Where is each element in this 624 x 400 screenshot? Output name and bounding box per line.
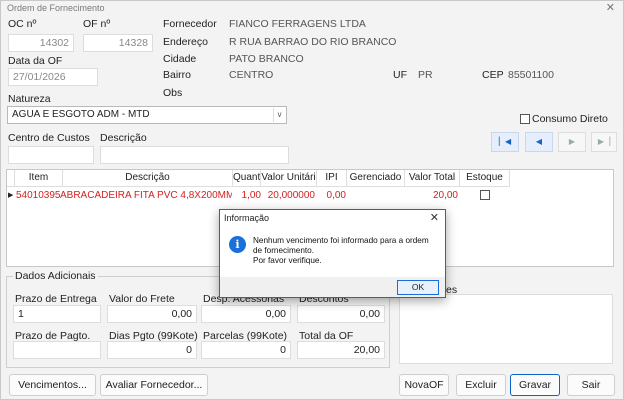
centro-custos-field[interactable] [8, 146, 94, 164]
desp-acessorias-field[interactable]: 0,00 [201, 305, 291, 323]
prazo-entrega-label: Prazo de Entrega [15, 293, 97, 305]
prev-record-icon: ◀ [535, 137, 543, 146]
nav-prev-button[interactable]: ◀ [525, 132, 553, 152]
close-icon[interactable]: ✕ [606, 1, 615, 14]
first-record-icon: ▏◀ [498, 137, 512, 146]
prazo-entrega-field[interactable]: 1 [13, 305, 101, 323]
valor-frete-field[interactable]: 0,00 [107, 305, 197, 323]
fornecedor-label: Fornecedor [163, 18, 217, 30]
row-quant: 1,00 [241, 190, 261, 201]
of-no-label: OF nº [83, 18, 111, 30]
grid-indicator-header [7, 170, 15, 187]
nav-last-button[interactable]: ▶▕ [591, 132, 617, 152]
descricao-field[interactable] [100, 146, 289, 164]
row-valor-unitario: 20,000000 [267, 190, 315, 201]
dialog-close-icon[interactable]: ✕ [430, 211, 439, 224]
data-of-label: Data da OF [8, 55, 63, 67]
cep-label: CEP [482, 69, 504, 81]
uf-value: PR [418, 69, 433, 81]
grid-header-item[interactable]: Item [15, 170, 63, 187]
dialog-message: Nenhum vencimento foi informado para a o… [253, 236, 438, 266]
grid-header-quant[interactable]: Quant [233, 170, 261, 187]
dialog-title-bar: Informação ✕ [220, 210, 445, 226]
dados-adicionais-title: Dados Adicionais [13, 270, 98, 282]
dialog-message-line1: Nenhum vencimento foi informado para a o… [253, 236, 429, 255]
row-pointer-icon: ▶ [8, 192, 14, 199]
consumo-direto-label: Consumo Direto [532, 113, 608, 125]
dialog-body: i Nenhum vencimento foi informado para a… [220, 227, 445, 277]
grid-header-estoque[interactable]: Estoque [460, 170, 510, 187]
ordem-fornecimento-window: Ordem de Fornecimento ✕ OC nº 14302 OF n… [0, 0, 624, 400]
observacoes-textarea[interactable] [399, 294, 613, 364]
dialog-message-line2: Por favor verifique. [253, 256, 322, 265]
last-record-icon: ▶▕ [597, 137, 611, 146]
grid-header-ipi[interactable]: IPI [317, 170, 347, 187]
cep-value: 85501100 [508, 69, 554, 81]
fornecedor-value: FIANCO FERRAGENS LTDA [229, 18, 366, 30]
parcelas-field[interactable]: 0 [201, 341, 291, 359]
descontos-field[interactable]: 0,00 [297, 305, 385, 323]
oc-no-field[interactable]: 14302 [8, 34, 74, 52]
cidade-label: Cidade [163, 53, 197, 65]
natureza-selected: AGUA E ESGOTO ADM - MTD [12, 109, 150, 120]
nav-next-button[interactable]: ▶ [558, 132, 586, 152]
natureza-label: Natureza [8, 93, 51, 105]
bairro-value: CENTRO [229, 69, 274, 81]
dialog-title: Informação [224, 213, 270, 223]
row-descricao: ABRACADEIRA FITA PVC 4,8X200MM [Ma [60, 190, 232, 201]
bairro-label: Bairro [163, 69, 192, 81]
endereco-label: Endereço [163, 36, 208, 48]
of-no-field[interactable]: 14328 [83, 34, 153, 52]
info-dialog: Informação ✕ i Nenhum vencimento foi inf… [219, 209, 446, 298]
obs-label: Obs [163, 87, 183, 99]
vencimentos-button[interactable]: Vencimentos... [9, 374, 96, 396]
cidade-value: PATO BRANCO [229, 53, 304, 65]
dias-pgto-field[interactable]: 0 [107, 341, 197, 359]
uf-label: UF [393, 69, 407, 81]
gravar-button[interactable]: Gravar [510, 374, 560, 396]
grid-header-gerenciado[interactable]: Gerenciado [347, 170, 405, 187]
prazo-pagto-field[interactable] [13, 341, 101, 359]
valor-frete-label: Valor do Frete [109, 293, 175, 305]
total-of-field[interactable]: 20,00 [297, 341, 385, 359]
endereco-value: R RUA BARRAO DO RIO BRANCO [229, 36, 397, 48]
grid-header-valor-total[interactable]: Valor Total [405, 170, 460, 187]
descricao-label: Descrição [100, 132, 147, 144]
avaliar-fornecedor-button[interactable]: Avaliar Fornecedor... [100, 374, 208, 396]
next-record-icon: ▶ [568, 137, 576, 146]
nova-of-button[interactable]: NovaOF [399, 374, 449, 396]
dialog-footer: OK [220, 277, 445, 297]
ok-button[interactable]: OK [397, 280, 439, 295]
row-ipi: 0,00 [326, 190, 346, 201]
nav-first-button[interactable]: ▏◀ [491, 132, 519, 152]
oc-no-label: OC nº [8, 18, 37, 30]
chevron-down-icon[interactable]: ∨ [273, 108, 285, 122]
natureza-select[interactable]: AGUA E ESGOTO ADM - MTD ∨ [7, 106, 287, 124]
excluir-button[interactable]: Excluir [456, 374, 506, 396]
info-icon: i [229, 236, 246, 253]
consumo-direto-checkbox[interactable] [520, 114, 530, 124]
row-estoque-checkbox[interactable] [480, 190, 490, 200]
sair-button[interactable]: Sair [567, 374, 615, 396]
data-of-field[interactable]: 27/01/2026 [8, 68, 98, 86]
grid-header-valor-unitario[interactable]: Valor Unitári [261, 170, 317, 187]
row-valor-total: 20,00 [432, 190, 458, 201]
grid-header-descricao[interactable]: Descrição [63, 170, 233, 187]
row-item: 54010395 [16, 190, 61, 201]
title-bar: Ordem de Fornecimento ✕ [1, 1, 623, 15]
window-title: Ordem de Fornecimento [7, 3, 105, 13]
centro-custos-label: Centro de Custos [8, 132, 90, 144]
